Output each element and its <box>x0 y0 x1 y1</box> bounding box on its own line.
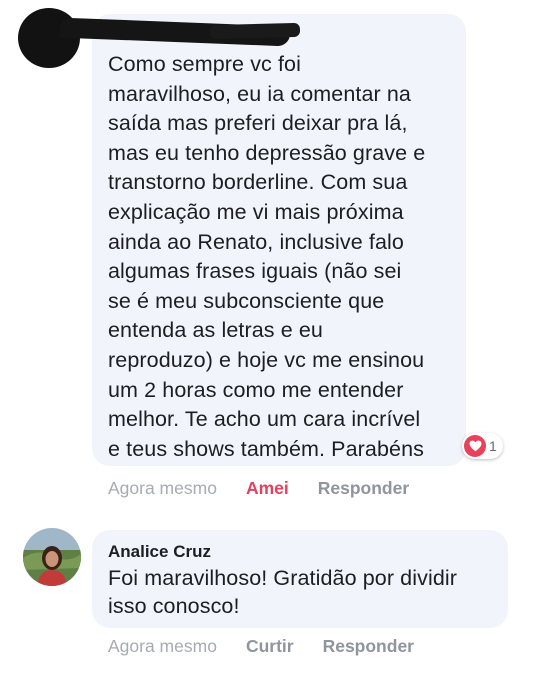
reaction-count: 1 <box>489 438 497 454</box>
comment-line: se é meu subconsciente que <box>108 288 385 313</box>
comment-line: reproduzo) e hoje vc me ensinou <box>108 347 425 372</box>
avatar[interactable] <box>23 528 81 586</box>
comment-line: transtorno borderline. Com sua <box>108 170 408 195</box>
comment-actions: Agora mesmo Curtir Responder <box>108 636 414 657</box>
comment-author[interactable]: Analice Cruz <box>108 542 211 562</box>
comment-line: um 2 horas como me entender <box>108 377 404 402</box>
comment-line: saída mas preferi deixar pra lá, <box>108 111 408 136</box>
reply-button[interactable]: Responder <box>323 636 414 657</box>
comment-line: mas eu tenho depressão grave e <box>108 140 426 165</box>
reaction-summary[interactable]: 1 <box>462 433 503 459</box>
comment-bubble: Ga… … Danilo Como sempre vc foi maravilh… <box>92 14 466 466</box>
comment-line: Como sempre vc foi <box>108 52 301 76</box>
reply-button[interactable]: Responder <box>318 478 409 499</box>
comment-line: melhor. Te acho um cara incrível <box>108 407 421 432</box>
comment-line: entenda as letras e eu <box>108 318 323 343</box>
timestamp[interactable]: Agora mesmo <box>108 636 217 657</box>
comment-line: explicação me vi mais próxima <box>108 199 404 224</box>
redaction-mark <box>209 22 301 40</box>
comment-line: ainda ao Renato, inclusive falo <box>108 229 404 254</box>
heart-icon <box>464 435 486 457</box>
comment-text: Foi maravilhoso! Gratidão por dividir is… <box>108 564 498 620</box>
comment-line: maravilhoso, eu ia comentar na <box>108 81 411 106</box>
like-button[interactable]: Curtir <box>246 636 294 657</box>
timestamp[interactable]: Agora mesmo <box>108 478 217 499</box>
comment-line: algumas frases iguais (não sei <box>108 259 402 284</box>
love-button[interactable]: Amei <box>246 478 289 499</box>
comment-line: e teus shows também. Parabéns <box>108 436 425 461</box>
comment-bubble: Analice Cruz Foi maravilhoso! Gratidão p… <box>92 530 508 628</box>
comment-actions: Agora mesmo Amei Responder <box>108 478 409 499</box>
comment-line: isso conosco! <box>108 594 240 618</box>
comment-text: Como sempre vc foi maravilhoso, eu ia co… <box>108 50 460 464</box>
comment-line: Foi maravilhoso! Gratidão por dividir <box>108 566 458 590</box>
